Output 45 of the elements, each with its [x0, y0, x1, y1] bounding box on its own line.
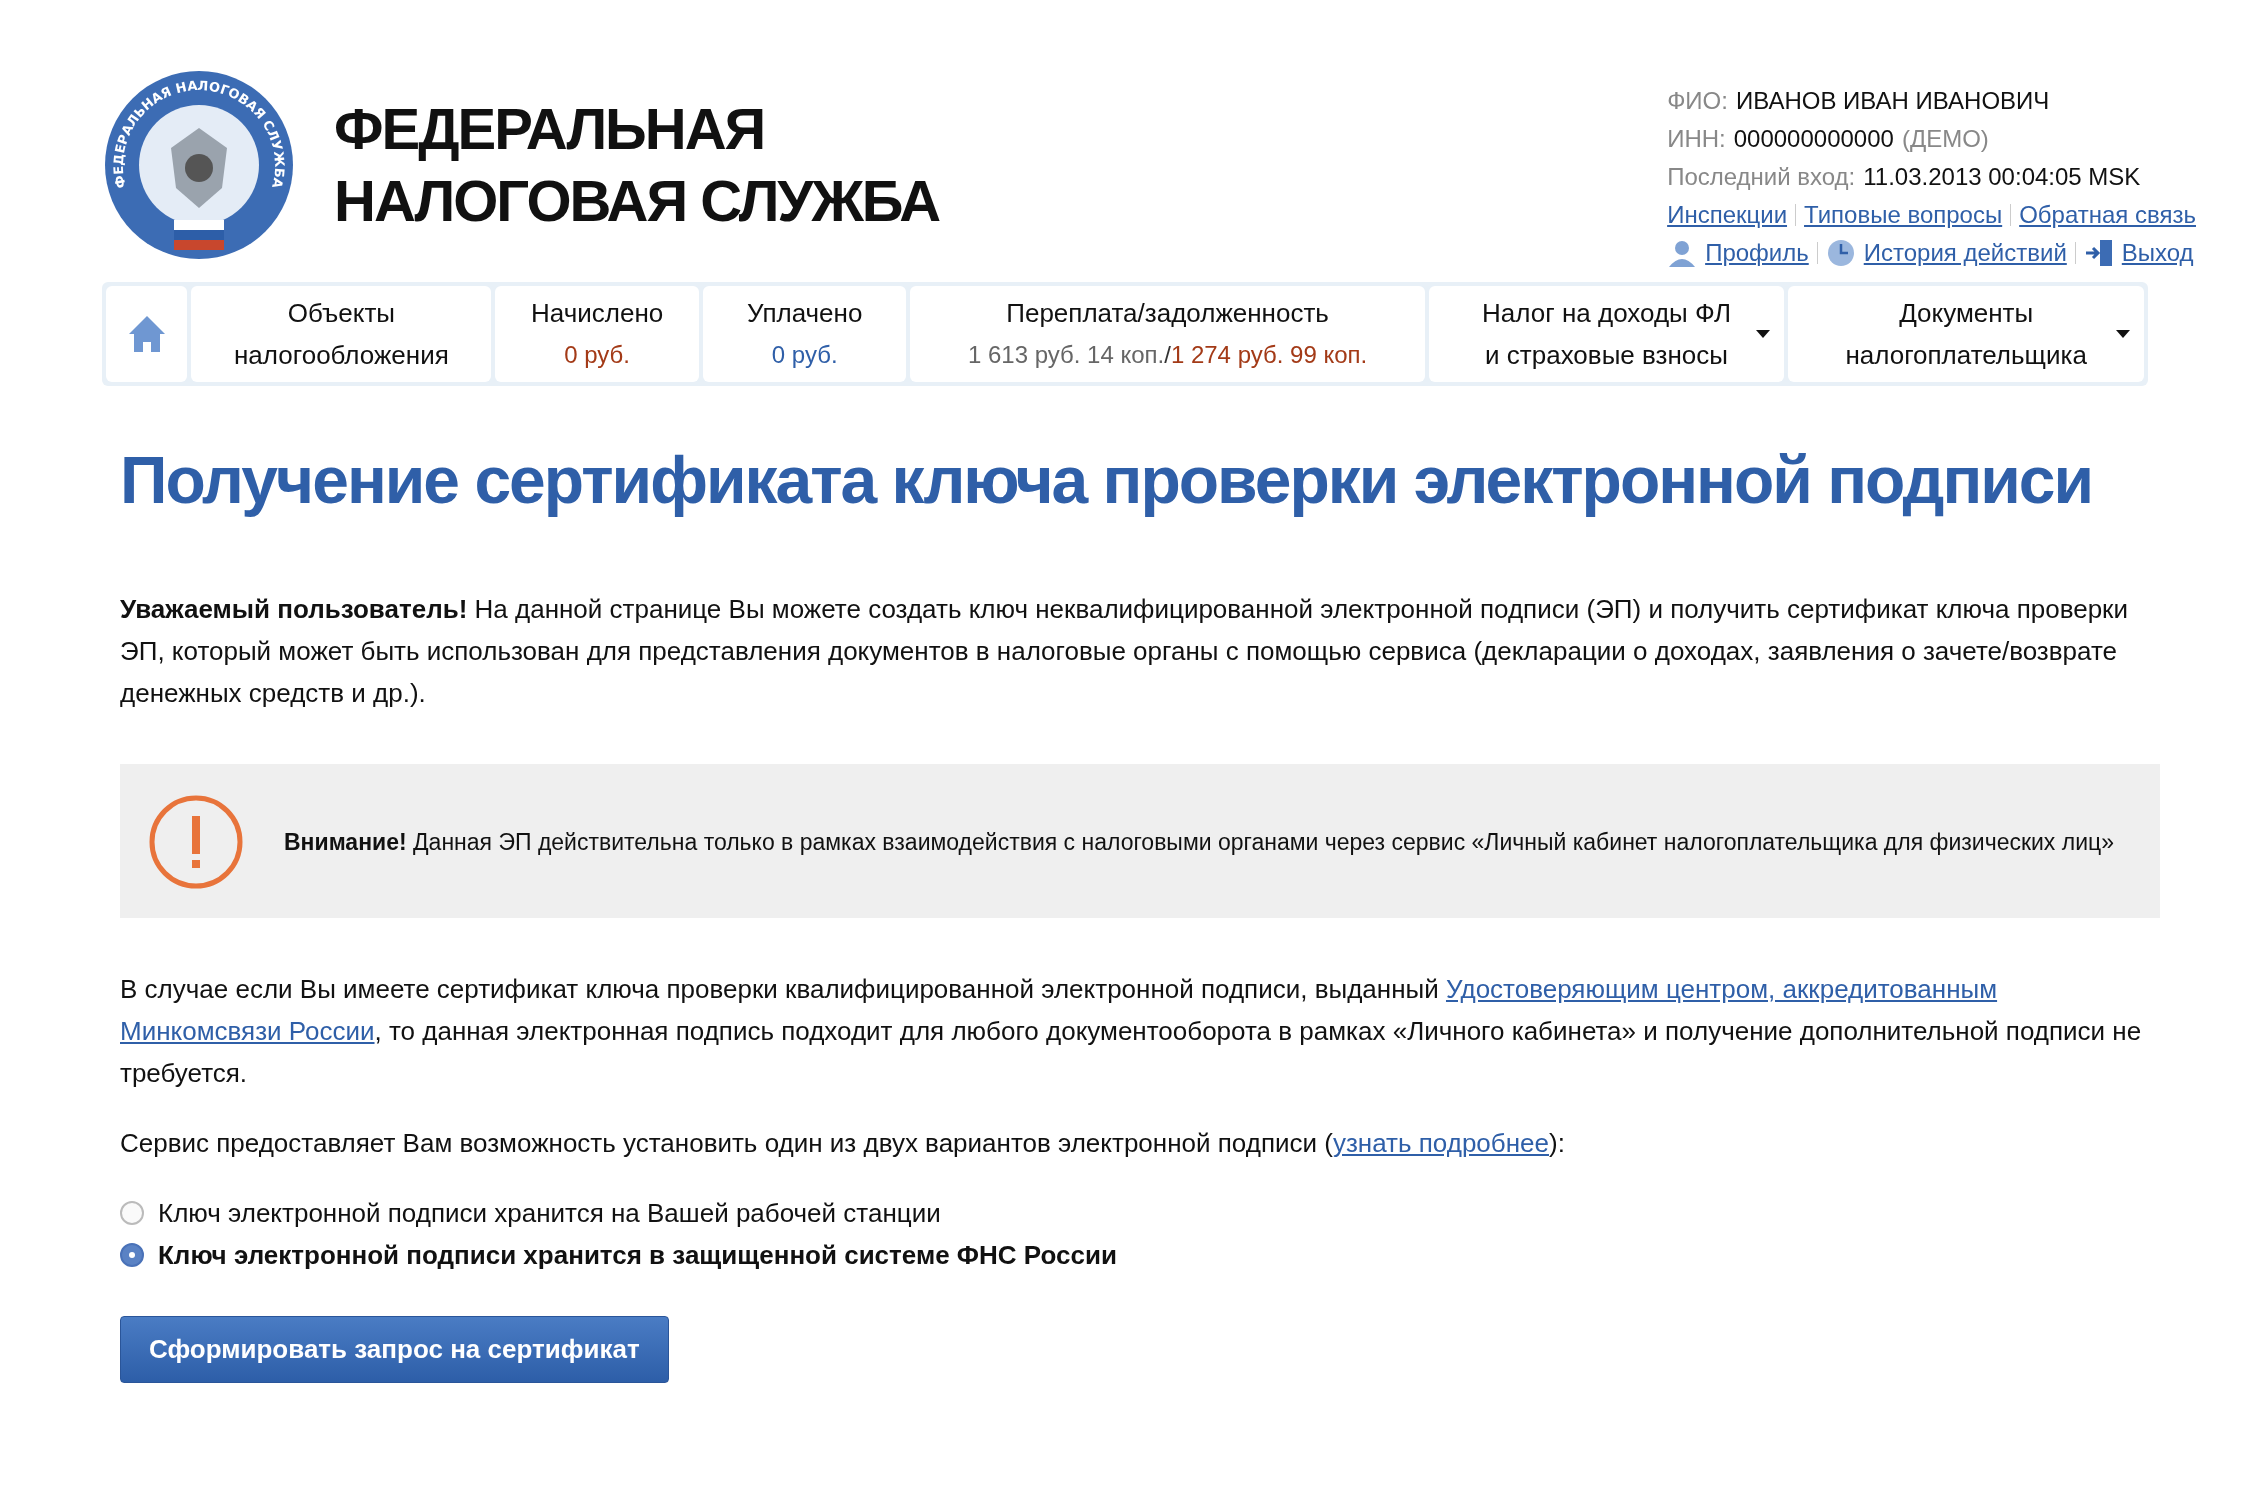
- field-value: ИВАНОВ ИВАН ИВАНОВИЧ: [1735, 86, 2050, 116]
- field-label: ИНН:: [1667, 124, 1726, 154]
- text-link[interactable]: Минкомсвязи России: [120, 1016, 375, 1046]
- field-label: ФИО:: [1667, 86, 1728, 116]
- radio-button[interactable]: [120, 1243, 144, 1267]
- text-link[interactable]: Удостоверяющим центром, аккредитованным: [1446, 974, 1998, 1004]
- caret-icon: [1756, 330, 1771, 338]
- site-title: ФЕДЕРАЛЬНАЯ НАЛОГОВАЯ СЛУЖБА: [334, 95, 940, 235]
- nav-tab[interactable]: Переплата/задолженность 1 613 руб. 14 коп./1 274 руб. 99 коп.: [910, 286, 1425, 382]
- radio-label: Ключ электронной подписи хранится в защищенной системе ФНС России: [158, 1239, 1117, 1272]
- home-tab[interactable]: [106, 286, 188, 382]
- amount-text: 0 руб.: [564, 340, 631, 370]
- caret-icon: [2116, 330, 2130, 338]
- nav-tab[interactable]: Уплачено 0 руб.: [702, 286, 907, 382]
- dropdown-tab[interactable]: Налог на доходы ФЛ и страховые взносы: [1428, 286, 1785, 382]
- warning-text: Внимание! Данная ЭП действительна только в рамках взаимодействия с налоговыми органами через сервис «Личный кабинет налогоплательщика для физических лиц»: [284, 828, 2115, 857]
- warning-icon: [148, 794, 244, 890]
- exit-icon: [2083, 238, 2114, 268]
- page-heading: Получение сертификата ключа проверки электронной подписи: [120, 442, 2094, 518]
- field-label: Последний вход:: [1667, 162, 1856, 192]
- amount-text: 1 613 руб. 14 коп.: [967, 340, 1165, 370]
- radio-button[interactable]: [120, 1201, 144, 1225]
- header-link[interactable]: Типовые вопросы: [1804, 196, 2003, 234]
- qualified-text: В случае если Вы имеете сертификат ключа проверки квалифицированной электронной подписи, выданный Удостоверяющим центром, аккредитованным Минкомсвязи России, то данная электронная подпись подходит для любого документооборота в рамках «Личного кабинета» и получение дополнительной подписи не требуется.: [120, 973, 2143, 1090]
- field-value: 000000000000: [1733, 124, 1894, 154]
- header-link[interactable]: История действий: [1863, 234, 2067, 272]
- nav-tab[interactable]: Объекты налогообложения: [191, 286, 492, 382]
- service-text: Сервис предоставляет Вам возможность установить один из двух вариантов электронной подписи (узнать подробнее):: [120, 1127, 1566, 1160]
- amount-text: /: [1164, 340, 1171, 370]
- dropdown-tab[interactable]: Документы налогоплательщика: [1788, 286, 2144, 382]
- nav-tab[interactable]: Начислено 0 руб.: [495, 286, 699, 382]
- amount-text: 0 руб.: [771, 340, 838, 370]
- header-link[interactable]: Выход: [2121, 234, 2194, 272]
- submit-button[interactable]: Сформировать запрос на сертификат: [120, 1316, 669, 1383]
- text-link[interactable]: узнать подробнее: [1332, 1128, 1549, 1158]
- person-icon: [1667, 239, 1698, 267]
- field-value: 11.03.2013 00:04:05 MSK: [1863, 162, 2141, 192]
- header-link[interactable]: Обратная связь: [2019, 196, 2196, 234]
- header-link[interactable]: Профиль: [1705, 234, 1809, 272]
- header-link[interactable]: Инспекции: [1667, 196, 1788, 234]
- clock-icon: [1825, 238, 1856, 268]
- field-note: (ДЕМО): [1901, 124, 1989, 154]
- radio-label: Ключ электронной подписи хранится на Вашей рабочей станции: [158, 1197, 941, 1230]
- intro-text: Уважаемый пользователь! На данной странице Вы можете создать ключ неквалифицированной электронной подписи (ЭП) и получить сертификат ключа проверки ЭП, который может быть использован для представления документов в налоговые органы с помощью сервиса (декларации о доходах, заявления о зачете/возврате денежных средств и др.).: [120, 593, 2129, 710]
- amount-text: 1 274 руб. 99 коп.: [1170, 340, 1368, 370]
